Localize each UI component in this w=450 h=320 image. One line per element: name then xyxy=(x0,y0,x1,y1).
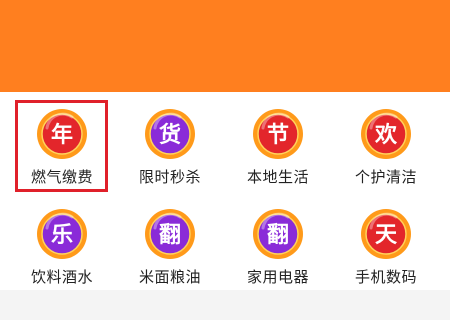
bottom-spacer xyxy=(0,290,450,320)
category-tile-gas-payment[interactable]: 年 燃气缴费 xyxy=(12,92,112,188)
category-label: 本地生活 xyxy=(246,168,309,186)
svg-text:货: 货 xyxy=(159,122,181,148)
category-tile-digital[interactable]: 天 手机数码 xyxy=(336,192,436,288)
orange-header-banner xyxy=(0,0,450,92)
category-tile-appliances[interactable]: 翻 家用电器 xyxy=(228,192,328,288)
category-label: 米面粮油 xyxy=(138,268,201,286)
svg-text:天: 天 xyxy=(375,223,398,248)
category-label: 个护清洁 xyxy=(354,168,417,186)
svg-text:欢: 欢 xyxy=(374,122,398,148)
category-grid: 年 燃气缴费 货 限时秒杀 节 本地生活 欢 个护清洁 乐 饮料酒水 翻 米面粮… xyxy=(0,92,450,290)
svg-text:翻: 翻 xyxy=(159,223,181,248)
svg-text:乐: 乐 xyxy=(51,223,73,248)
category-label: 燃气缴费 xyxy=(30,168,93,186)
svg-text:翻: 翻 xyxy=(267,223,289,248)
category-tile-grain-oil[interactable]: 翻 米面粮油 xyxy=(120,192,220,288)
le-badge-icon: 乐 xyxy=(37,209,87,259)
category-label: 手机数码 xyxy=(354,268,417,286)
category-tile-personal-care[interactable]: 欢 个护清洁 xyxy=(336,92,436,188)
fan-badge-icon: 翻 xyxy=(253,209,303,259)
svg-text:年: 年 xyxy=(51,122,73,148)
tian-badge-icon: 天 xyxy=(361,209,411,259)
nian-badge-icon: 年 xyxy=(37,109,87,159)
jie-badge-icon: 节 xyxy=(253,109,303,159)
category-label: 限时秒杀 xyxy=(138,168,201,186)
category-tile-flash-sale[interactable]: 货 限时秒杀 xyxy=(120,92,220,188)
fan-badge-icon: 翻 xyxy=(145,209,195,259)
category-label: 饮料酒水 xyxy=(30,268,93,286)
category-label: 家用电器 xyxy=(246,268,309,286)
huan-badge-icon: 欢 xyxy=(361,109,411,159)
huo-badge-icon: 货 xyxy=(145,109,195,159)
category-tile-drinks[interactable]: 乐 饮料酒水 xyxy=(12,192,112,288)
svg-text:节: 节 xyxy=(267,123,289,148)
category-tile-local-life[interactable]: 节 本地生活 xyxy=(228,92,328,188)
